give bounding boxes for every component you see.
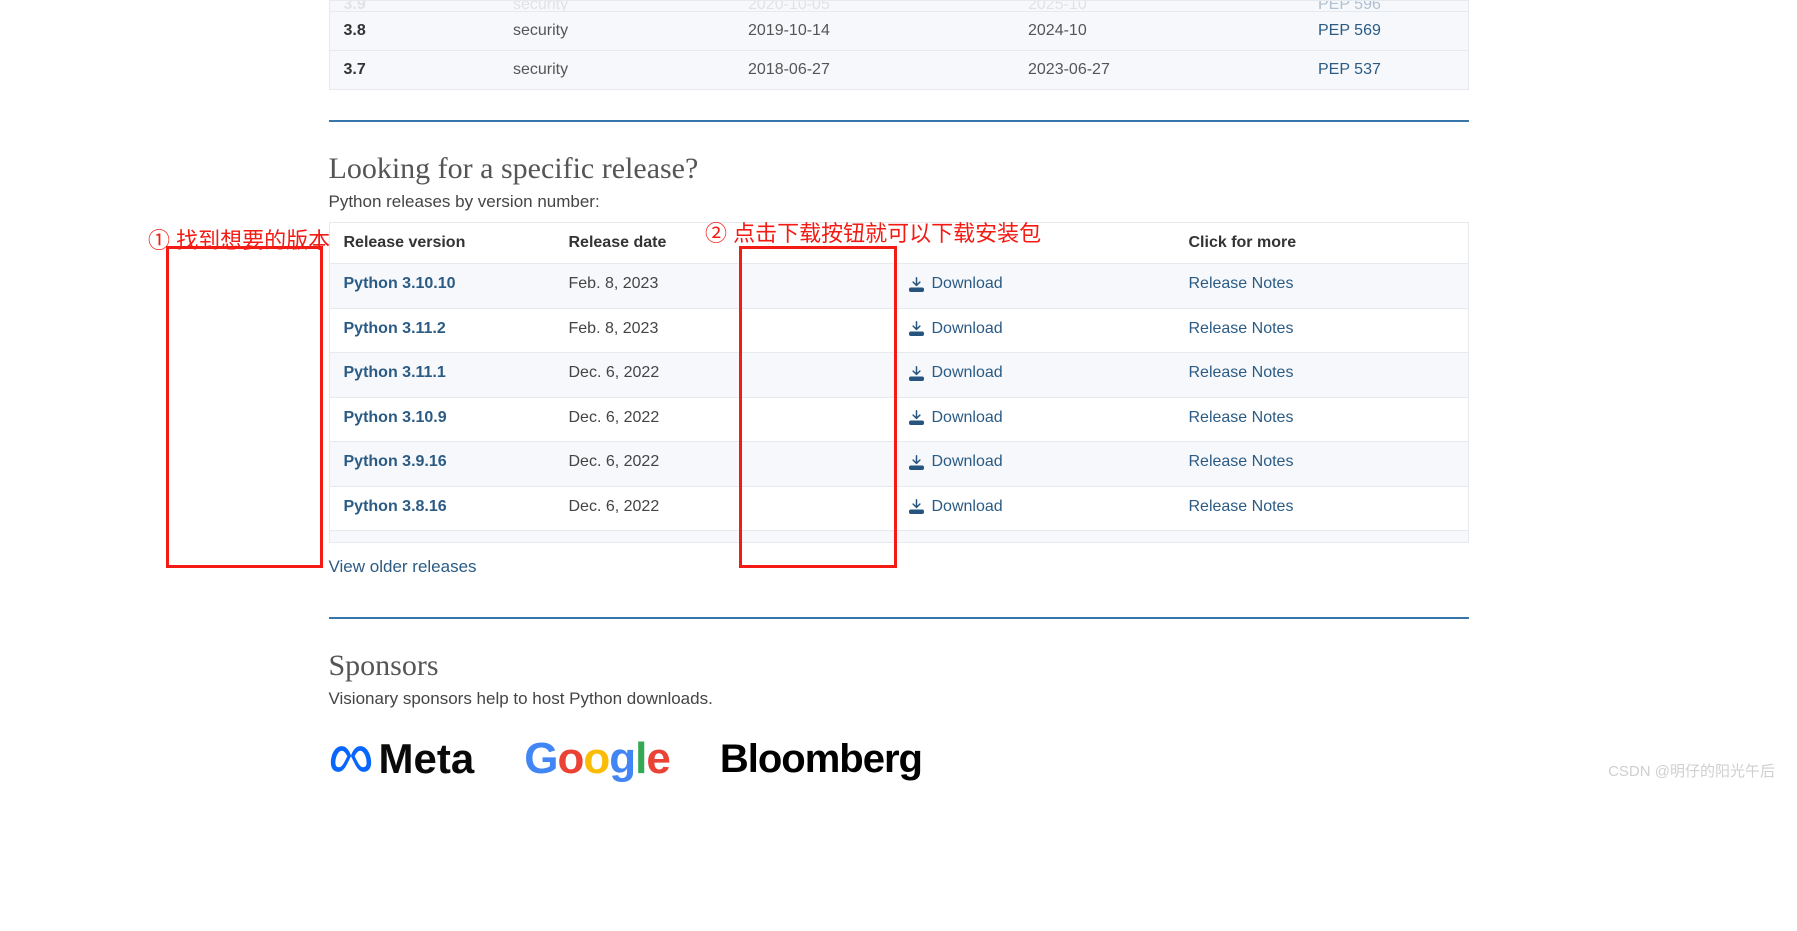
status-status: security [499, 12, 734, 51]
status-version: 3.8 [329, 12, 499, 51]
col-header-version: Release version [330, 223, 555, 263]
release-row: Python 3.7.16Dec. 6, 2022DownloadRelease… [330, 531, 1468, 542]
download-link[interactable]: Download [909, 364, 1003, 382]
release-notes-link[interactable]: Release Notes [1189, 409, 1294, 426]
download-icon [909, 410, 924, 425]
sponsors-text: Visionary sponsors help to host Python d… [329, 689, 1469, 709]
release-notes-link[interactable]: Release Notes [1189, 364, 1294, 381]
release-date: Dec. 6, 2022 [555, 531, 895, 542]
download-label: Download [932, 409, 1003, 427]
release-date: Dec. 6, 2022 [555, 353, 895, 397]
status-eol: 2023-06-27 [1014, 51, 1304, 90]
annotation-1: ① 找到想要的版本 [148, 223, 330, 255]
status-version: 3.7 [329, 51, 499, 90]
release-notes-link[interactable]: Release Notes [1189, 498, 1294, 515]
download-label: Download [932, 498, 1003, 516]
release-row: Python 3.11.2 Feb. 8, 2023 Download Release… [330, 309, 1468, 354]
status-eol: 2025-10 [1014, 1, 1304, 12]
release-version-link[interactable]: Python 3.10.9 [344, 409, 447, 426]
section-divider [329, 120, 1469, 122]
col-header-date: Release date [555, 223, 895, 263]
release-version-link[interactable]: Python 3.9.16 [344, 453, 447, 470]
release-version-link[interactable]: Python 3.11.1 [344, 364, 446, 381]
status-first-release: 2020-10-05 [734, 1, 1014, 12]
release-status-table: 3.9security2020-10-052025-10PEP 5963.8se… [329, 0, 1469, 90]
release-row: Python 3.10.10 Feb. 8, 2023 Download Releas… [330, 264, 1468, 309]
status-status: security [499, 51, 734, 90]
view-older-releases-link[interactable]: View older releases [329, 557, 477, 577]
download-icon [909, 321, 924, 336]
release-date: Dec. 6, 2022 [555, 487, 895, 531]
pep-link[interactable]: PEP 596 [1318, 1, 1381, 12]
sponsor-logos: Meta Google Bloomberg [329, 729, 1469, 789]
download-link[interactable]: Download [909, 409, 1003, 427]
releases-scroll[interactable]: Python 3.10.10 Feb. 8, 2023 Download Releas… [330, 264, 1468, 542]
release-row: Python 3.8.16 Dec. 6, 2022 Download Release… [330, 487, 1468, 532]
release-date: Feb. 8, 2023 [555, 309, 895, 353]
download-icon [909, 366, 924, 381]
release-row: Python 3.9.16 Dec. 6, 2022 Download Release… [330, 442, 1468, 487]
release-row: Python 3.10.9 Dec. 6, 2022 Download Release… [330, 398, 1468, 443]
releases-header: Release version Release date Click for m… [330, 222, 1468, 264]
download-link[interactable]: Download [909, 320, 1003, 338]
download-link[interactable]: Download [909, 453, 1003, 471]
highlight-box-version [166, 246, 323, 568]
release-date: Dec. 6, 2022 [555, 442, 895, 486]
releases-list: Release version Release date Click for m… [329, 222, 1469, 543]
release-version-link[interactable]: Python 3.8.16 [344, 498, 447, 515]
download-icon [909, 455, 924, 470]
status-row: 3.8security2019-10-142024-10 PEP 569 [329, 12, 1468, 51]
col-header-download [895, 223, 1175, 263]
download-label: Download [932, 364, 1003, 382]
status-version: 3.9 [329, 1, 499, 12]
looking-subtitle: Python releases by version number: [329, 192, 1469, 212]
pep-link[interactable]: PEP 537 [1318, 61, 1381, 78]
download-label: Download [932, 453, 1003, 471]
status-status: security [499, 1, 734, 12]
release-notes-link[interactable]: Release Notes [1189, 453, 1294, 470]
logo-bloomberg[interactable]: Bloomberg [720, 737, 922, 782]
bloomberg-label: Bloomberg [720, 737, 922, 781]
pep-link[interactable]: PEP 569 [1318, 22, 1381, 39]
meta-label: Meta [379, 735, 475, 783]
release-row: Python 3.11.1 Dec. 6, 2022 Download Release… [330, 353, 1468, 398]
download-label: Download [932, 275, 1003, 293]
logo-google[interactable]: Google [524, 734, 670, 784]
section-divider-2 [329, 617, 1469, 619]
release-version-link[interactable]: Python 3.11.2 [344, 320, 446, 337]
download-label: Download [932, 320, 1003, 338]
meta-icon [329, 744, 373, 774]
status-row: 3.9security2020-10-052025-10 PEP 596 [329, 1, 1468, 12]
release-version-link[interactable]: Python 3.10.10 [344, 275, 456, 292]
watermark: CSDN @明仔的阳光午后 [1608, 760, 1775, 781]
status-first-release: 2019-10-14 [734, 12, 1014, 51]
download-icon [909, 277, 924, 292]
col-header-more: Click for more [1175, 223, 1468, 263]
download-link[interactable]: Download [909, 275, 1003, 293]
status-eol: 2024-10 [1014, 12, 1304, 51]
release-date: Feb. 8, 2023 [555, 264, 895, 308]
status-first-release: 2018-06-27 [734, 51, 1014, 90]
looking-heading: Looking for a specific release? [329, 152, 1469, 186]
release-notes-link[interactable]: Release Notes [1189, 275, 1294, 292]
status-row: 3.7security2018-06-272023-06-27 PEP 537 [329, 51, 1468, 90]
release-date: Dec. 6, 2022 [555, 398, 895, 442]
sponsors-heading: Sponsors [329, 649, 1469, 683]
download-link[interactable]: Download [909, 498, 1003, 516]
release-notes-link[interactable]: Release Notes [1189, 320, 1294, 337]
download-icon [909, 499, 924, 514]
logo-meta[interactable]: Meta [329, 735, 475, 783]
